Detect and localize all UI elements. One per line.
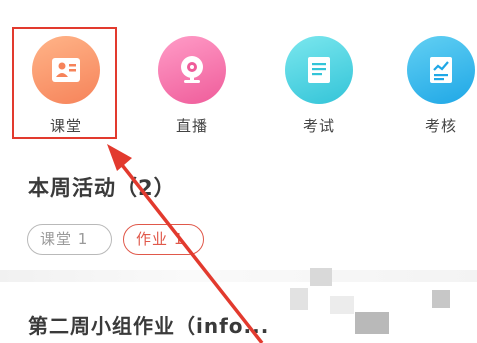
annotation-arrow <box>107 144 264 343</box>
